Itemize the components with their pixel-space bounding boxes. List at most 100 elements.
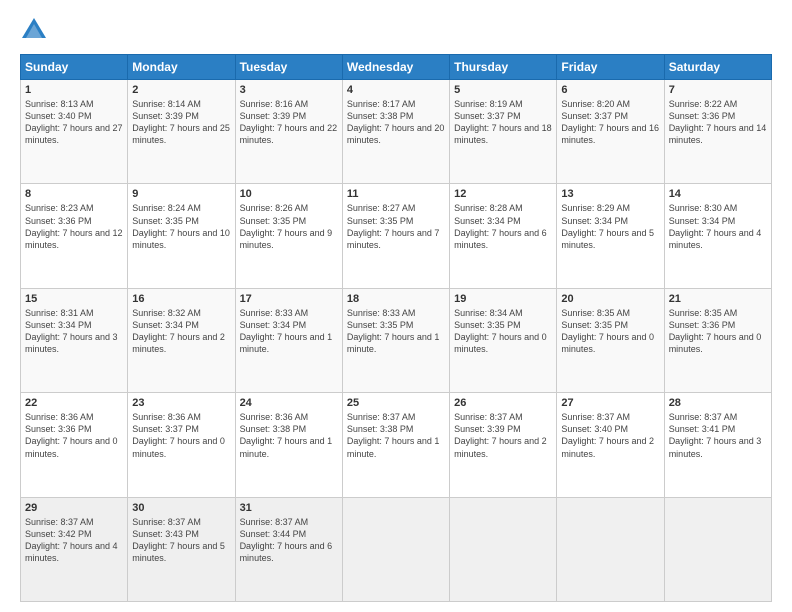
day-number: 25 [347,397,445,409]
calendar-cell [664,497,771,601]
header [20,16,772,44]
calendar-cell: 14 Sunrise: 8:30 AM Sunset: 3:34 PM Dayl… [664,184,771,288]
calendar-cell: 18 Sunrise: 8:33 AM Sunset: 3:35 PM Dayl… [342,288,449,392]
day-info: Sunrise: 8:14 AM Sunset: 3:39 PM Dayligh… [132,98,230,147]
calendar-cell: 16 Sunrise: 8:32 AM Sunset: 3:34 PM Dayl… [128,288,235,392]
calendar-cell: 22 Sunrise: 8:36 AM Sunset: 3:36 PM Dayl… [21,393,128,497]
calendar-cell: 7 Sunrise: 8:22 AM Sunset: 3:36 PM Dayli… [664,80,771,184]
day-number: 18 [347,293,445,305]
day-number: 23 [132,397,230,409]
day-number: 31 [240,502,338,514]
calendar-cell: 23 Sunrise: 8:36 AM Sunset: 3:37 PM Dayl… [128,393,235,497]
weekday-header: Friday [557,55,664,80]
day-number: 2 [132,84,230,96]
calendar-cell: 5 Sunrise: 8:19 AM Sunset: 3:37 PM Dayli… [450,80,557,184]
weekday-header: Saturday [664,55,771,80]
day-number: 19 [454,293,552,305]
day-info: Sunrise: 8:37 AM Sunset: 3:44 PM Dayligh… [240,516,338,565]
calendar-week-row: 29 Sunrise: 8:37 AM Sunset: 3:42 PM Dayl… [21,497,772,601]
day-info: Sunrise: 8:20 AM Sunset: 3:37 PM Dayligh… [561,98,659,147]
day-number: 26 [454,397,552,409]
day-number: 27 [561,397,659,409]
day-info: Sunrise: 8:36 AM Sunset: 3:38 PM Dayligh… [240,411,338,460]
calendar-cell: 31 Sunrise: 8:37 AM Sunset: 3:44 PM Dayl… [235,497,342,601]
day-number: 5 [454,84,552,96]
day-info: Sunrise: 8:37 AM Sunset: 3:42 PM Dayligh… [25,516,123,565]
day-number: 9 [132,188,230,200]
day-info: Sunrise: 8:35 AM Sunset: 3:35 PM Dayligh… [561,307,659,356]
weekday-header: Tuesday [235,55,342,80]
day-number: 12 [454,188,552,200]
day-number: 10 [240,188,338,200]
calendar-cell: 11 Sunrise: 8:27 AM Sunset: 3:35 PM Dayl… [342,184,449,288]
day-info: Sunrise: 8:16 AM Sunset: 3:39 PM Dayligh… [240,98,338,147]
calendar-cell [450,497,557,601]
day-info: Sunrise: 8:37 AM Sunset: 3:43 PM Dayligh… [132,516,230,565]
day-info: Sunrise: 8:22 AM Sunset: 3:36 PM Dayligh… [669,98,767,147]
weekday-header: Wednesday [342,55,449,80]
day-info: Sunrise: 8:30 AM Sunset: 3:34 PM Dayligh… [669,202,767,251]
day-info: Sunrise: 8:26 AM Sunset: 3:35 PM Dayligh… [240,202,338,251]
calendar-cell: 19 Sunrise: 8:34 AM Sunset: 3:35 PM Dayl… [450,288,557,392]
day-number: 4 [347,84,445,96]
day-info: Sunrise: 8:17 AM Sunset: 3:38 PM Dayligh… [347,98,445,147]
day-info: Sunrise: 8:35 AM Sunset: 3:36 PM Dayligh… [669,307,767,356]
day-info: Sunrise: 8:13 AM Sunset: 3:40 PM Dayligh… [25,98,123,147]
calendar-cell: 15 Sunrise: 8:31 AM Sunset: 3:34 PM Dayl… [21,288,128,392]
day-number: 13 [561,188,659,200]
day-number: 14 [669,188,767,200]
calendar-header: SundayMondayTuesdayWednesdayThursdayFrid… [21,55,772,80]
calendar-week-row: 15 Sunrise: 8:31 AM Sunset: 3:34 PM Dayl… [21,288,772,392]
day-info: Sunrise: 8:34 AM Sunset: 3:35 PM Dayligh… [454,307,552,356]
calendar-cell: 13 Sunrise: 8:29 AM Sunset: 3:34 PM Dayl… [557,184,664,288]
calendar-cell: 30 Sunrise: 8:37 AM Sunset: 3:43 PM Dayl… [128,497,235,601]
day-info: Sunrise: 8:33 AM Sunset: 3:35 PM Dayligh… [347,307,445,356]
day-number: 7 [669,84,767,96]
calendar-cell: 3 Sunrise: 8:16 AM Sunset: 3:39 PM Dayli… [235,80,342,184]
calendar-week-row: 8 Sunrise: 8:23 AM Sunset: 3:36 PM Dayli… [21,184,772,288]
day-number: 11 [347,188,445,200]
calendar-cell: 10 Sunrise: 8:26 AM Sunset: 3:35 PM Dayl… [235,184,342,288]
day-number: 22 [25,397,123,409]
day-number: 21 [669,293,767,305]
calendar-cell: 28 Sunrise: 8:37 AM Sunset: 3:41 PM Dayl… [664,393,771,497]
day-info: Sunrise: 8:31 AM Sunset: 3:34 PM Dayligh… [25,307,123,356]
day-number: 16 [132,293,230,305]
day-number: 30 [132,502,230,514]
calendar-cell: 21 Sunrise: 8:35 AM Sunset: 3:36 PM Dayl… [664,288,771,392]
day-number: 3 [240,84,338,96]
calendar-cell: 6 Sunrise: 8:20 AM Sunset: 3:37 PM Dayli… [557,80,664,184]
calendar-cell: 17 Sunrise: 8:33 AM Sunset: 3:34 PM Dayl… [235,288,342,392]
day-info: Sunrise: 8:37 AM Sunset: 3:40 PM Dayligh… [561,411,659,460]
day-number: 24 [240,397,338,409]
day-info: Sunrise: 8:37 AM Sunset: 3:41 PM Dayligh… [669,411,767,460]
day-info: Sunrise: 8:33 AM Sunset: 3:34 PM Dayligh… [240,307,338,356]
day-number: 8 [25,188,123,200]
calendar-table: SundayMondayTuesdayWednesdayThursdayFrid… [20,54,772,602]
day-info: Sunrise: 8:36 AM Sunset: 3:37 PM Dayligh… [132,411,230,460]
calendar-cell: 27 Sunrise: 8:37 AM Sunset: 3:40 PM Dayl… [557,393,664,497]
calendar-cell [557,497,664,601]
day-info: Sunrise: 8:19 AM Sunset: 3:37 PM Dayligh… [454,98,552,147]
page: SundayMondayTuesdayWednesdayThursdayFrid… [0,0,792,612]
day-number: 28 [669,397,767,409]
day-number: 1 [25,84,123,96]
calendar-cell: 29 Sunrise: 8:37 AM Sunset: 3:42 PM Dayl… [21,497,128,601]
calendar-cell: 24 Sunrise: 8:36 AM Sunset: 3:38 PM Dayl… [235,393,342,497]
calendar-body: 1 Sunrise: 8:13 AM Sunset: 3:40 PM Dayli… [21,80,772,602]
day-info: Sunrise: 8:37 AM Sunset: 3:38 PM Dayligh… [347,411,445,460]
calendar-week-row: 22 Sunrise: 8:36 AM Sunset: 3:36 PM Dayl… [21,393,772,497]
day-number: 17 [240,293,338,305]
day-info: Sunrise: 8:27 AM Sunset: 3:35 PM Dayligh… [347,202,445,251]
calendar-cell: 8 Sunrise: 8:23 AM Sunset: 3:36 PM Dayli… [21,184,128,288]
weekday-header: Monday [128,55,235,80]
day-number: 6 [561,84,659,96]
calendar-cell: 2 Sunrise: 8:14 AM Sunset: 3:39 PM Dayli… [128,80,235,184]
calendar-cell: 1 Sunrise: 8:13 AM Sunset: 3:40 PM Dayli… [21,80,128,184]
day-info: Sunrise: 8:32 AM Sunset: 3:34 PM Dayligh… [132,307,230,356]
day-info: Sunrise: 8:36 AM Sunset: 3:36 PM Dayligh… [25,411,123,460]
day-info: Sunrise: 8:29 AM Sunset: 3:34 PM Dayligh… [561,202,659,251]
calendar-cell: 20 Sunrise: 8:35 AM Sunset: 3:35 PM Dayl… [557,288,664,392]
calendar-cell: 12 Sunrise: 8:28 AM Sunset: 3:34 PM Dayl… [450,184,557,288]
calendar-cell: 25 Sunrise: 8:37 AM Sunset: 3:38 PM Dayl… [342,393,449,497]
